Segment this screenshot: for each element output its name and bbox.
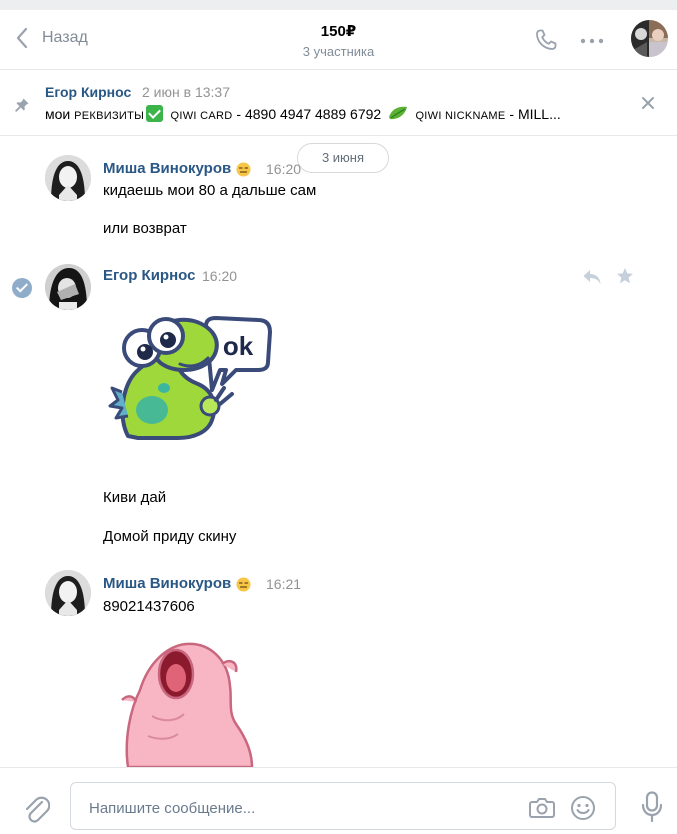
message-author[interactable]: Егор Кирнос bbox=[103, 267, 195, 284]
chat-title: 150₽ bbox=[320, 23, 357, 40]
sticker-ok-label: ok bbox=[223, 331, 254, 361]
message-time: 16:21 bbox=[266, 576, 302, 592]
chat-avatar-image bbox=[631, 20, 668, 57]
message-time: 16:20 bbox=[202, 268, 238, 284]
message-text: Киви дай bbox=[103, 489, 167, 506]
message-input-box[interactable] bbox=[70, 782, 616, 830]
check-icon bbox=[146, 105, 164, 122]
message-text: или возврат bbox=[103, 220, 187, 237]
top-strip bbox=[0, 0, 677, 10]
sticker-pink-creature[interactable] bbox=[118, 640, 258, 767]
star-icon[interactable] bbox=[616, 267, 634, 285]
message-text: Домой приду скину bbox=[103, 528, 237, 545]
avatar[interactable] bbox=[45, 155, 91, 201]
pinned-text-part: РЕКВИЗИТЫ bbox=[74, 110, 145, 122]
pinned-text-part: мои bbox=[45, 106, 75, 122]
mic-icon[interactable] bbox=[641, 791, 663, 823]
message-author[interactable]: Миша Винокуров bbox=[103, 160, 231, 177]
avatar-image bbox=[45, 570, 91, 616]
message-author[interactable]: Миша Винокуров bbox=[103, 575, 231, 592]
smirk-emoji-icon bbox=[236, 162, 251, 177]
date-separator: 3 июня bbox=[297, 143, 389, 173]
pinned-text-part: QIWI CARD bbox=[167, 110, 233, 122]
pinned-text-part: - MILL... bbox=[505, 106, 561, 122]
leaf-icon bbox=[389, 106, 408, 120]
message-text: кидаешь мои 80 а дальше сам bbox=[103, 182, 317, 199]
pinned-text-part: - 4890 4947 4889 6792 bbox=[232, 106, 386, 122]
message-text: 89021437606 bbox=[103, 598, 195, 615]
close-icon[interactable] bbox=[641, 96, 655, 110]
message-time: 16:20 bbox=[266, 161, 302, 177]
message-composer bbox=[0, 767, 677, 834]
avatar-image bbox=[45, 264, 91, 310]
pinned-message[interactable]: Егор Кирнос 2 июн в 13:37 мои РЕКВИЗИТЫ … bbox=[0, 71, 677, 136]
smirk-emoji-icon bbox=[236, 577, 251, 592]
smile-icon[interactable] bbox=[570, 795, 596, 821]
chat-title-block[interactable]: 150₽ 3 участника bbox=[0, 22, 677, 59]
reply-icon[interactable] bbox=[582, 268, 602, 286]
camera-icon[interactable] bbox=[529, 796, 555, 818]
chat-header: Назад 150₽ 3 участника bbox=[0, 10, 677, 70]
select-message-checkbox[interactable] bbox=[12, 278, 32, 298]
sticker-dino-ok[interactable]: ok bbox=[108, 308, 274, 442]
avatar[interactable] bbox=[45, 570, 91, 616]
pinned-text: мои РЕКВИЗИТЫ QIWI CARD - 4890 4947 4889… bbox=[45, 105, 625, 122]
pinned-text-part: QIWI NICKNAME bbox=[412, 110, 506, 122]
phone-icon[interactable] bbox=[533, 27, 559, 53]
pinned-author[interactable]: Егор Кирнос bbox=[45, 84, 131, 100]
more-icon[interactable] bbox=[579, 37, 605, 45]
pin-icon bbox=[15, 98, 29, 112]
attach-icon[interactable] bbox=[22, 794, 50, 824]
chat-members-count: 3 участника bbox=[302, 44, 375, 59]
chat-avatar[interactable] bbox=[631, 20, 668, 57]
avatar[interactable] bbox=[45, 264, 91, 310]
avatar-image bbox=[45, 155, 91, 201]
message-input[interactable] bbox=[87, 796, 511, 820]
pinned-date: 2 июн в 13:37 bbox=[142, 84, 230, 100]
